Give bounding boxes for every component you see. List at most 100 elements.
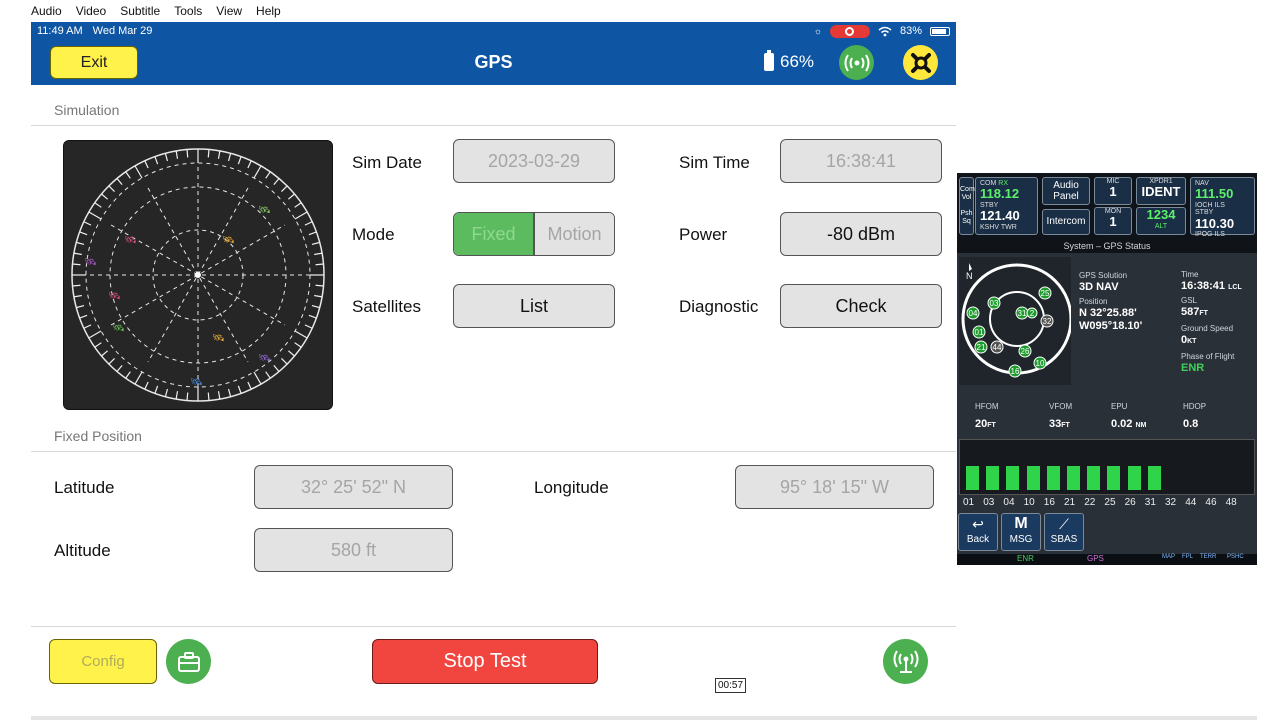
tab-gps[interactable]: GPS: [1087, 554, 1104, 563]
mic-value: 1: [1109, 184, 1117, 200]
hfom-label: HFOM: [975, 402, 999, 411]
battery-icon: [930, 26, 950, 36]
hdop-value: 0.8: [1183, 418, 1199, 430]
intercom-button[interactable]: Intercom: [1042, 209, 1090, 235]
com-vol-knob-label: Com Vol Psh Sq: [959, 177, 975, 235]
sim-date-field[interactable]: 2023-03-29: [453, 139, 615, 183]
prn-label-03: 03: [983, 497, 995, 508]
sat-21: 21: [977, 343, 986, 352]
svg-text:🛰: 🛰: [124, 235, 137, 246]
sky-plot-graphic: 🛰 🛰 🛰 🛰 🛰 🛰 🛰 🛰 🛰: [71, 148, 325, 402]
menu-view[interactable]: View: [216, 4, 242, 18]
longitude-field[interactable]: 95° 18' 15" W: [735, 465, 934, 509]
mode-fixed-option[interactable]: Fixed: [454, 213, 535, 255]
ipad-status-bar: 11:49 AM Wed Mar 29 ☼ 83%: [31, 22, 956, 40]
menu-tools[interactable]: Tools: [174, 4, 202, 18]
signal-bar-04: [1006, 466, 1020, 490]
video-timestamp: 00:57: [715, 678, 746, 693]
signal-bar-16: [1046, 466, 1060, 490]
prn-label-32: 32: [1165, 497, 1177, 508]
menu-video[interactable]: Video: [76, 4, 106, 18]
com-vol-label: Com Vol: [960, 186, 975, 202]
gps-constellation-plot: N 25 03 04 31 32 01 21 44 26 16 10 2: [959, 257, 1073, 385]
gsl-unit: FT: [1199, 310, 1208, 317]
settings-button[interactable]: [903, 45, 938, 80]
prn-label-48: 48: [1225, 497, 1237, 508]
gps-solution-value: 3D NAV: [1079, 281, 1119, 293]
antenna-button[interactable]: [883, 639, 928, 684]
com-standby-frequency: 121.40: [980, 208, 1020, 224]
sim-time-field[interactable]: 16:38:41: [780, 139, 942, 183]
sat-26: 26: [1021, 347, 1030, 356]
brightness-icon: ☼: [813, 26, 822, 36]
svg-text:🛰: 🛰: [212, 333, 225, 344]
prn-label-22: 22: [1084, 497, 1096, 508]
power-field[interactable]: -80 dBm: [780, 212, 942, 256]
position-label: Position: [1079, 297, 1108, 306]
signal-bar-10: [1026, 466, 1040, 490]
sat-03: 03: [990, 299, 999, 308]
svg-text:🛰: 🛰: [190, 377, 203, 388]
tab-fpl[interactable]: FPL: [1182, 554, 1193, 560]
svg-text:🛰: 🛰: [258, 205, 271, 216]
prn-label-04: 04: [1003, 497, 1015, 508]
signal-status-button[interactable]: [839, 45, 874, 80]
screen-record-icon: [829, 24, 870, 38]
video-progress-track[interactable]: [31, 716, 1257, 720]
com-frequency-box[interactable]: COM RX 118.12 STBY 121.40 KSHV TWR: [975, 177, 1038, 235]
menu-audio[interactable]: Audio: [31, 4, 62, 18]
mode-label: Mode: [352, 225, 395, 244]
case-button[interactable]: [166, 639, 211, 684]
svg-text:🛰: 🛰: [108, 291, 121, 302]
menu-subtitle[interactable]: Subtitle: [120, 4, 160, 18]
power-label: Power: [679, 225, 728, 244]
latitude-field[interactable]: 32° 25' 52" N: [254, 465, 453, 509]
squawk-box[interactable]: 1234 ALT: [1136, 207, 1186, 235]
msg-key[interactable]: M MSG: [1001, 513, 1041, 551]
altitude-field[interactable]: 580 ft: [254, 528, 453, 572]
avionics-gps-status-inset: Com Vol Psh Sq COM RX 118.12 STBY 121.40…: [957, 173, 1257, 565]
gps-panel: Simulation �: [31, 85, 956, 720]
stop-test-button[interactable]: Stop Test: [372, 639, 598, 684]
satellites-list-button[interactable]: List: [453, 284, 615, 328]
altitude-label: Altitude: [54, 541, 111, 560]
xpdr-ident-button[interactable]: XPDR1 IDENT: [1136, 177, 1186, 205]
com-active-frequency: 118.12: [980, 186, 1020, 202]
diagnostic-label: Diagnostic: [679, 297, 759, 316]
signal-bar-21: [1067, 466, 1080, 490]
phase-of-flight-value: ENR: [1181, 362, 1205, 374]
divider: [31, 125, 956, 126]
mic-box[interactable]: MIC 1: [1094, 177, 1132, 205]
status-battery-text: 83%: [899, 25, 922, 37]
tab-enr[interactable]: ENR: [1017, 554, 1034, 563]
antenna-icon: [893, 649, 918, 673]
tab-pshc[interactable]: PSHC: [1227, 554, 1244, 560]
svg-text:🛰: 🛰: [258, 353, 271, 364]
sat-31: 31: [1018, 309, 1027, 318]
menu-help[interactable]: Help: [256, 4, 281, 18]
battery-icon: [764, 50, 774, 71]
signal-strength-bars: [959, 439, 1255, 495]
tab-terr[interactable]: TERR: [1200, 554, 1216, 560]
diagnostic-check-button[interactable]: Check: [780, 284, 942, 328]
sbas-key[interactable]: ⟋ SBAS: [1044, 513, 1084, 551]
app-header: Exit GPS 66%: [31, 40, 956, 85]
divider: [31, 451, 956, 452]
back-key[interactable]: ↩ Back: [958, 513, 998, 551]
signal-bar-26: [1127, 466, 1141, 490]
squawk-code: 1234: [1146, 207, 1176, 222]
mon-box[interactable]: MON 1: [1094, 207, 1132, 235]
nav-frequency-box[interactable]: NAV 111.50 IOCH ILS STBY 110.30 IPOG ILS: [1190, 177, 1255, 238]
hfom-unit: FT: [987, 422, 996, 429]
divider: [31, 626, 956, 627]
mode-motion-option[interactable]: Motion: [535, 213, 614, 255]
constellation-graphic: N 25 03 04 31 32 01 21 44 26 16 10 2: [961, 263, 1073, 378]
satellite-dish-icon: ⟋: [1059, 516, 1069, 532]
tab-map[interactable]: MAP: [1162, 554, 1175, 560]
audio-panel-button[interactable]: Audio Panel: [1042, 177, 1090, 205]
signal-bar-25: [1107, 466, 1121, 490]
back-arrow-icon: ↩: [972, 516, 984, 532]
config-button[interactable]: Config: [49, 639, 157, 684]
svg-text:🛰: 🛰: [84, 257, 97, 268]
signal-bar-03: [986, 466, 1000, 490]
